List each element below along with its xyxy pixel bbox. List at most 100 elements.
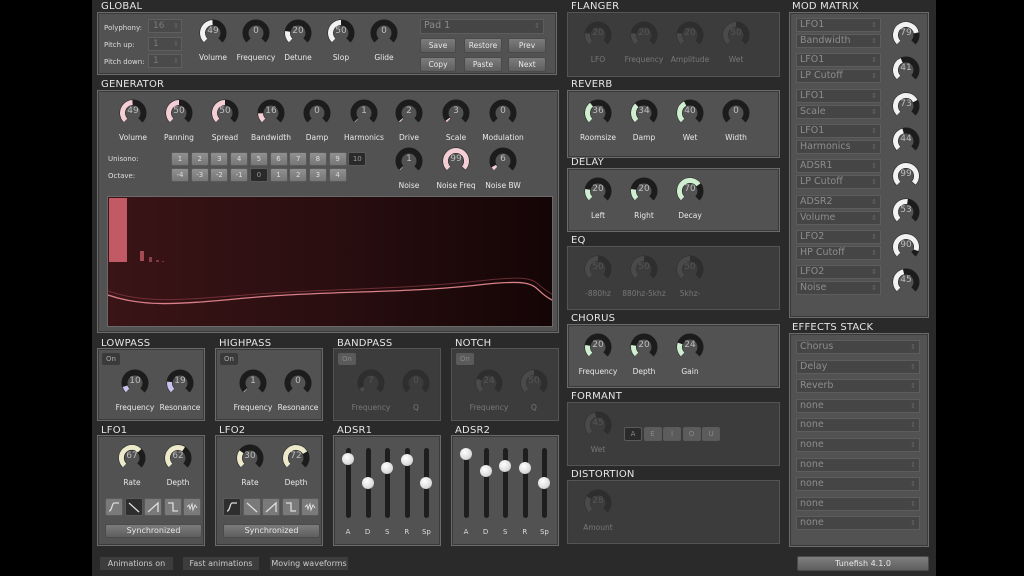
mod-target-select[interactable]: Volume bbox=[796, 210, 881, 225]
preset-select[interactable]: Pad 1 bbox=[420, 19, 544, 34]
save-button[interactable]: Save bbox=[420, 38, 456, 53]
polyphony-spinbox[interactable]: 16 bbox=[148, 19, 182, 33]
effects-stack-slot[interactable]: none bbox=[796, 438, 920, 452]
filter-on-button[interactable]: On bbox=[338, 353, 356, 365]
waveform-saw-up-button[interactable] bbox=[262, 498, 280, 516]
octave-option[interactable]: 4 bbox=[328, 168, 347, 182]
unisono-option[interactable]: 2 bbox=[190, 152, 209, 166]
slider-thumb[interactable] bbox=[361, 477, 374, 489]
mod-source-select[interactable]: LFO1 bbox=[796, 88, 881, 103]
vowel-e-button[interactable]: E bbox=[643, 427, 662, 441]
paste-button[interactable]: Paste bbox=[464, 57, 502, 72]
adsr-slider-a[interactable]: A bbox=[342, 448, 354, 536]
effects-stack-slot[interactable]: Reverb bbox=[796, 379, 920, 394]
slider-thumb[interactable] bbox=[499, 459, 512, 472]
effects-stack-slot[interactable]: none bbox=[796, 516, 920, 531]
slider-thumb[interactable] bbox=[460, 447, 472, 460]
filter-on-button[interactable]: On bbox=[456, 353, 474, 365]
adsr-slider-sp[interactable]: Sp bbox=[538, 448, 551, 536]
waveform-saw-up-button[interactable] bbox=[144, 498, 162, 516]
effects-stack-slot[interactable]: none bbox=[796, 418, 920, 433]
formant-knob-wet[interactable]: 45 Wet bbox=[578, 411, 618, 461]
filter-on-button[interactable]: On bbox=[220, 353, 238, 365]
mod-source-select[interactable]: LFO1 bbox=[796, 18, 881, 32]
octave-option[interactable]: -1 bbox=[230, 168, 249, 182]
effects-stack-slot[interactable]: none bbox=[796, 477, 920, 492]
moving-waveforms-toggle[interactable]: Moving waveforms bbox=[269, 556, 349, 571]
unisono-option[interactable]: 9 bbox=[328, 152, 347, 166]
slider-thumb[interactable] bbox=[420, 477, 433, 489]
waveform-sine-button[interactable] bbox=[223, 498, 241, 516]
generator-knob-modulation[interactable]: 0 Modulation bbox=[482, 99, 524, 149]
restore-button[interactable]: Restore bbox=[464, 38, 502, 53]
vowel-a-button[interactable]: A bbox=[624, 427, 642, 441]
lfo-knob-depth[interactable]: 72 Depth bbox=[276, 444, 316, 494]
waveform-noise-button[interactable] bbox=[183, 498, 201, 516]
octave-option[interactable]: 3 bbox=[308, 168, 327, 182]
slider-thumb[interactable] bbox=[342, 453, 354, 466]
effects-stack-slot[interactable]: Delay bbox=[796, 359, 920, 374]
mod-source-select[interactable]: ADSR2 bbox=[796, 194, 881, 209]
waveform-saw-down-button[interactable] bbox=[242, 498, 261, 516]
slider-thumb[interactable] bbox=[400, 454, 413, 467]
adsr-slider-r[interactable]: R bbox=[400, 448, 413, 536]
mod-target-select[interactable]: LP Cutoff bbox=[796, 175, 881, 190]
octave-option[interactable]: -3 bbox=[190, 168, 209, 182]
distortion-knob-amount[interactable]: 28 Amount bbox=[578, 489, 618, 539]
synchronized-button[interactable]: Synchronized bbox=[105, 524, 202, 538]
flanger-knob-wet[interactable]: 50 Wet bbox=[716, 21, 756, 71]
adsr-slider-sp[interactable]: Sp bbox=[420, 448, 433, 536]
mod-target-select[interactable]: Scale bbox=[796, 104, 881, 119]
mod-source-select[interactable]: LFO1 bbox=[796, 123, 881, 138]
slider-thumb[interactable] bbox=[381, 461, 394, 474]
adsr-slider-s[interactable]: S bbox=[381, 448, 394, 536]
copy-button[interactable]: Copy bbox=[420, 57, 456, 72]
waveform-sine-button[interactable] bbox=[105, 498, 123, 516]
filter-knob-q[interactable]: 50 Q bbox=[514, 369, 554, 419]
mod-target-select[interactable]: Bandwidth bbox=[796, 34, 881, 48]
fast-animations-toggle[interactable]: Fast animations bbox=[182, 556, 260, 571]
generator-knob-noise-bw[interactable]: 6 Noise BW bbox=[483, 147, 523, 197]
effects-stack-slot[interactable]: Chorus bbox=[796, 340, 920, 354]
unisono-option[interactable]: 5 bbox=[249, 152, 268, 166]
global-knob-glide[interactable]: 0 Glide bbox=[364, 19, 404, 69]
version-button[interactable]: Tunefish 4.1.0 bbox=[797, 556, 929, 571]
mod-amount-knob[interactable]: 45 bbox=[886, 268, 926, 318]
octave-option[interactable]: 0 bbox=[249, 168, 268, 182]
mod-source-select[interactable]: LFO1 bbox=[796, 53, 881, 68]
adsr-slider-r[interactable]: R bbox=[518, 448, 531, 536]
filter-knob-resonance[interactable]: 0 Resonance bbox=[278, 369, 318, 419]
vowel-o-button[interactable]: O bbox=[682, 427, 701, 441]
synchronized-button[interactable]: Synchronized bbox=[223, 524, 320, 538]
slider-thumb[interactable] bbox=[538, 477, 551, 489]
effects-stack-slot[interactable]: none bbox=[796, 398, 920, 413]
filter-on-button[interactable]: On bbox=[102, 353, 120, 365]
octave-option[interactable]: -4 bbox=[171, 168, 189, 182]
unisono-option[interactable]: 4 bbox=[230, 152, 249, 166]
reverb-knob-width[interactable]: 0 Width bbox=[716, 99, 756, 149]
mod-source-select[interactable]: ADSR1 bbox=[796, 159, 881, 174]
next-button[interactable]: Next bbox=[508, 57, 546, 72]
waveform-square-button[interactable] bbox=[281, 498, 300, 516]
unisono-option[interactable]: 1 bbox=[171, 152, 189, 166]
mod-source-select[interactable]: LFO2 bbox=[796, 265, 881, 280]
octave-option[interactable]: -2 bbox=[210, 168, 229, 182]
filter-knob-resonance[interactable]: 19 Resonance bbox=[160, 369, 200, 419]
effects-stack-slot[interactable]: none bbox=[796, 457, 920, 472]
adsr-slider-s[interactable]: S bbox=[499, 448, 512, 536]
mod-source-select[interactable]: LFO2 bbox=[796, 229, 881, 244]
prev-button[interactable]: Prev bbox=[508, 38, 546, 53]
adsr-slider-d[interactable]: D bbox=[361, 448, 374, 536]
delay-knob-decay[interactable]: 70 Decay bbox=[670, 177, 710, 227]
unisono-option[interactable]: 7 bbox=[289, 152, 308, 166]
mod-target-select[interactable]: Harmonics bbox=[796, 139, 881, 154]
filter-knob-q[interactable]: 0Q bbox=[396, 369, 436, 419]
mod-target-select[interactable]: HP Cutoff bbox=[796, 245, 881, 260]
slider-thumb[interactable] bbox=[479, 465, 492, 478]
pitch-down-spinbox[interactable]: 1 bbox=[148, 54, 182, 68]
eq-knob-5khz-[interactable]: 50 5khz- bbox=[670, 255, 710, 305]
unisono-option[interactable]: 3 bbox=[210, 152, 229, 166]
mod-target-select[interactable]: Noise bbox=[796, 281, 881, 296]
octave-option[interactable]: 2 bbox=[289, 168, 308, 182]
animations-toggle[interactable]: Animations on bbox=[99, 556, 174, 571]
